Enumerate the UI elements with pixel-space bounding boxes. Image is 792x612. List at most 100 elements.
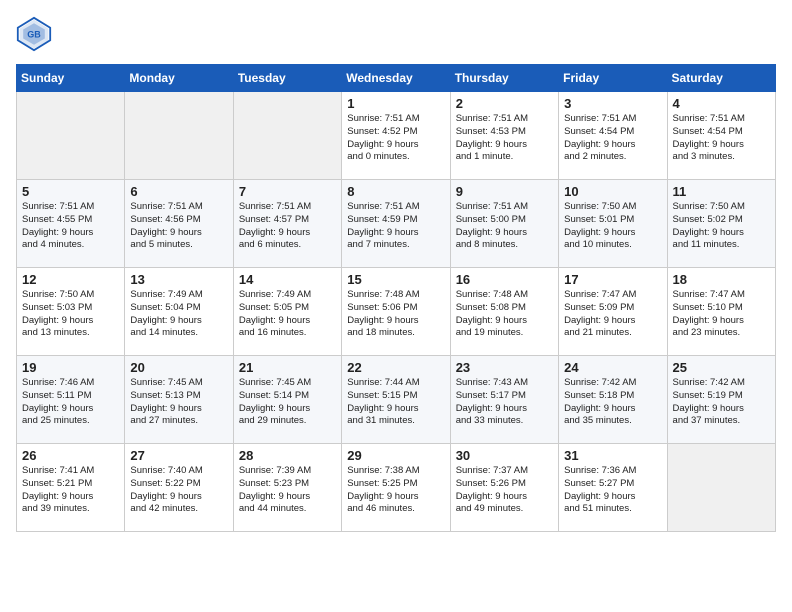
calendar-cell: 19 Sunrise: 7:46 AM Sunset: 5:11 PM Dayli…: [17, 356, 125, 444]
day-header-saturday: Saturday: [667, 65, 775, 92]
calendar-cell: 10Sunrise: 7:50 AM Sunset: 5:01 PM Dayli…: [559, 180, 667, 268]
day-info: Sunrise: 7:51 AM Sunset: 4:54 PM Dayligh…: [673, 113, 770, 164]
day-header-friday: Friday: [559, 65, 667, 92]
day-number: 21: [239, 360, 336, 375]
calendar-cell: 3 Sunrise: 7:51 AM Sunset: 4:54 PM Daylig…: [559, 92, 667, 180]
calendar-cell: 27 Sunrise: 7:40 AM Sunset: 5:22 PM Dayli…: [125, 444, 233, 532]
day-info: Sunrise: 7:47 AM Sunset: 5:10 PM Dayligh…: [673, 289, 770, 340]
day-number: 24: [564, 360, 661, 375]
calendar-cell: 2 Sunrise: 7:51 AM Sunset: 4:53 PM Daylig…: [450, 92, 558, 180]
day-number: 17: [564, 272, 661, 287]
calendar-cell: [233, 92, 341, 180]
day-header-wednesday: Wednesday: [342, 65, 450, 92]
calendar-cell: 28 Sunrise: 7:39 AM Sunset: 5:23 PM Dayli…: [233, 444, 341, 532]
day-number: 11: [673, 184, 770, 199]
calendar-cell: 30 Sunrise: 7:37 AM Sunset: 5:26 PM Dayli…: [450, 444, 558, 532]
day-number: 1: [347, 96, 444, 111]
day-info: Sunrise: 7:42 AM Sunset: 5:18 PM Dayligh…: [564, 377, 661, 428]
day-number: 26: [22, 448, 119, 463]
calendar-cell: 15 Sunrise: 7:48 AM Sunset: 5:06 PM Dayli…: [342, 268, 450, 356]
day-number: 9: [456, 184, 553, 199]
day-number: 15: [347, 272, 444, 287]
day-info: Sunrise: 7:47 AM Sunset: 5:09 PM Dayligh…: [564, 289, 661, 340]
calendar-cell: 24 Sunrise: 7:42 AM Sunset: 5:18 PM Dayli…: [559, 356, 667, 444]
calendar-header: SundayMondayTuesdayWednesdayThursdayFrid…: [17, 65, 776, 92]
day-info: Sunrise: 7:48 AM Sunset: 5:08 PM Dayligh…: [456, 289, 553, 340]
calendar-cell: 9Sunrise: 7:51 AM Sunset: 5:00 PM Daylig…: [450, 180, 558, 268]
week-row: 1 Sunrise: 7:51 AM Sunset: 4:52 PM Daylig…: [17, 92, 776, 180]
day-number: 16: [456, 272, 553, 287]
calendar-cell: 22Sunrise: 7:44 AM Sunset: 5:15 PM Dayli…: [342, 356, 450, 444]
calendar-cell: 17 Sunrise: 7:47 AM Sunset: 5:09 PM Dayli…: [559, 268, 667, 356]
calendar-cell: 6 Sunrise: 7:51 AM Sunset: 4:56 PM Daylig…: [125, 180, 233, 268]
svg-text:GB: GB: [27, 30, 41, 40]
day-info: Sunrise: 7:49 AM Sunset: 5:04 PM Dayligh…: [130, 289, 227, 340]
day-number: 4: [673, 96, 770, 111]
day-info: Sunrise: 7:51 AM Sunset: 4:54 PM Dayligh…: [564, 113, 661, 164]
day-info: Sunrise: 7:51 AM Sunset: 4:52 PM Dayligh…: [347, 113, 444, 164]
day-number: 6: [130, 184, 227, 199]
day-number: 3: [564, 96, 661, 111]
calendar-cell: 8Sunrise: 7:51 AM Sunset: 4:59 PM Daylig…: [342, 180, 450, 268]
day-info: Sunrise: 7:46 AM Sunset: 5:11 PM Dayligh…: [22, 377, 119, 428]
calendar-cell: 5Sunrise: 7:51 AM Sunset: 4:55 PM Daylig…: [17, 180, 125, 268]
calendar-cell: 4 Sunrise: 7:51 AM Sunset: 4:54 PM Daylig…: [667, 92, 775, 180]
calendar-cell: 7Sunrise: 7:51 AM Sunset: 4:57 PM Daylig…: [233, 180, 341, 268]
day-number: 14: [239, 272, 336, 287]
day-info: Sunrise: 7:40 AM Sunset: 5:22 PM Dayligh…: [130, 465, 227, 516]
day-header-sunday: Sunday: [17, 65, 125, 92]
day-number: 28: [239, 448, 336, 463]
day-number: 20: [130, 360, 227, 375]
calendar-cell: [667, 444, 775, 532]
day-header-monday: Monday: [125, 65, 233, 92]
day-info: Sunrise: 7:45 AM Sunset: 5:14 PM Dayligh…: [239, 377, 336, 428]
calendar-cell: 1 Sunrise: 7:51 AM Sunset: 4:52 PM Daylig…: [342, 92, 450, 180]
day-info: Sunrise: 7:39 AM Sunset: 5:23 PM Dayligh…: [239, 465, 336, 516]
day-info: Sunrise: 7:51 AM Sunset: 4:56 PM Dayligh…: [130, 201, 227, 252]
calendar-cell: 23 Sunrise: 7:43 AM Sunset: 5:17 PM Dayli…: [450, 356, 558, 444]
day-number: 29: [347, 448, 444, 463]
day-number: 23: [456, 360, 553, 375]
day-number: 31: [564, 448, 661, 463]
calendar-cell: [17, 92, 125, 180]
day-number: 13: [130, 272, 227, 287]
logo: GB: [16, 16, 58, 52]
week-row: 12 Sunrise: 7:50 AM Sunset: 5:03 PM Dayli…: [17, 268, 776, 356]
week-row: 26 Sunrise: 7:41 AM Sunset: 5:21 PM Dayli…: [17, 444, 776, 532]
day-info: Sunrise: 7:41 AM Sunset: 5:21 PM Dayligh…: [22, 465, 119, 516]
day-number: 18: [673, 272, 770, 287]
day-number: 30: [456, 448, 553, 463]
calendar-cell: 25Sunrise: 7:42 AM Sunset: 5:19 PM Dayli…: [667, 356, 775, 444]
day-info: Sunrise: 7:51 AM Sunset: 4:57 PM Dayligh…: [239, 201, 336, 252]
calendar-cell: 26 Sunrise: 7:41 AM Sunset: 5:21 PM Dayli…: [17, 444, 125, 532]
day-header-thursday: Thursday: [450, 65, 558, 92]
week-row: 5Sunrise: 7:51 AM Sunset: 4:55 PM Daylig…: [17, 180, 776, 268]
day-number: 12: [22, 272, 119, 287]
day-number: 27: [130, 448, 227, 463]
calendar-cell: 29 Sunrise: 7:38 AM Sunset: 5:25 PM Dayli…: [342, 444, 450, 532]
week-row: 19 Sunrise: 7:46 AM Sunset: 5:11 PM Dayli…: [17, 356, 776, 444]
day-info: Sunrise: 7:38 AM Sunset: 5:25 PM Dayligh…: [347, 465, 444, 516]
header: GB: [16, 16, 776, 52]
calendar-cell: 31Sunrise: 7:36 AM Sunset: 5:27 PM Dayli…: [559, 444, 667, 532]
calendar-cell: 21 Sunrise: 7:45 AM Sunset: 5:14 PM Dayli…: [233, 356, 341, 444]
day-info: Sunrise: 7:51 AM Sunset: 4:53 PM Dayligh…: [456, 113, 553, 164]
day-number: 10: [564, 184, 661, 199]
day-info: Sunrise: 7:37 AM Sunset: 5:26 PM Dayligh…: [456, 465, 553, 516]
day-info: Sunrise: 7:50 AM Sunset: 5:03 PM Dayligh…: [22, 289, 119, 340]
calendar-cell: 18 Sunrise: 7:47 AM Sunset: 5:10 PM Dayli…: [667, 268, 775, 356]
day-info: Sunrise: 7:51 AM Sunset: 4:55 PM Dayligh…: [22, 201, 119, 252]
day-header-tuesday: Tuesday: [233, 65, 341, 92]
calendar-cell: 20 Sunrise: 7:45 AM Sunset: 5:13 PM Dayli…: [125, 356, 233, 444]
calendar-cell: [125, 92, 233, 180]
day-info: Sunrise: 7:45 AM Sunset: 5:13 PM Dayligh…: [130, 377, 227, 428]
day-number: 2: [456, 96, 553, 111]
calendar-cell: 12 Sunrise: 7:50 AM Sunset: 5:03 PM Dayli…: [17, 268, 125, 356]
day-info: Sunrise: 7:44 AM Sunset: 5:15 PM Dayligh…: [347, 377, 444, 428]
day-info: Sunrise: 7:50 AM Sunset: 5:02 PM Dayligh…: [673, 201, 770, 252]
day-number: 19: [22, 360, 119, 375]
day-number: 8: [347, 184, 444, 199]
day-info: Sunrise: 7:43 AM Sunset: 5:17 PM Dayligh…: [456, 377, 553, 428]
day-info: Sunrise: 7:48 AM Sunset: 5:06 PM Dayligh…: [347, 289, 444, 340]
calendar-table: SundayMondayTuesdayWednesdayThursdayFrid…: [16, 64, 776, 532]
